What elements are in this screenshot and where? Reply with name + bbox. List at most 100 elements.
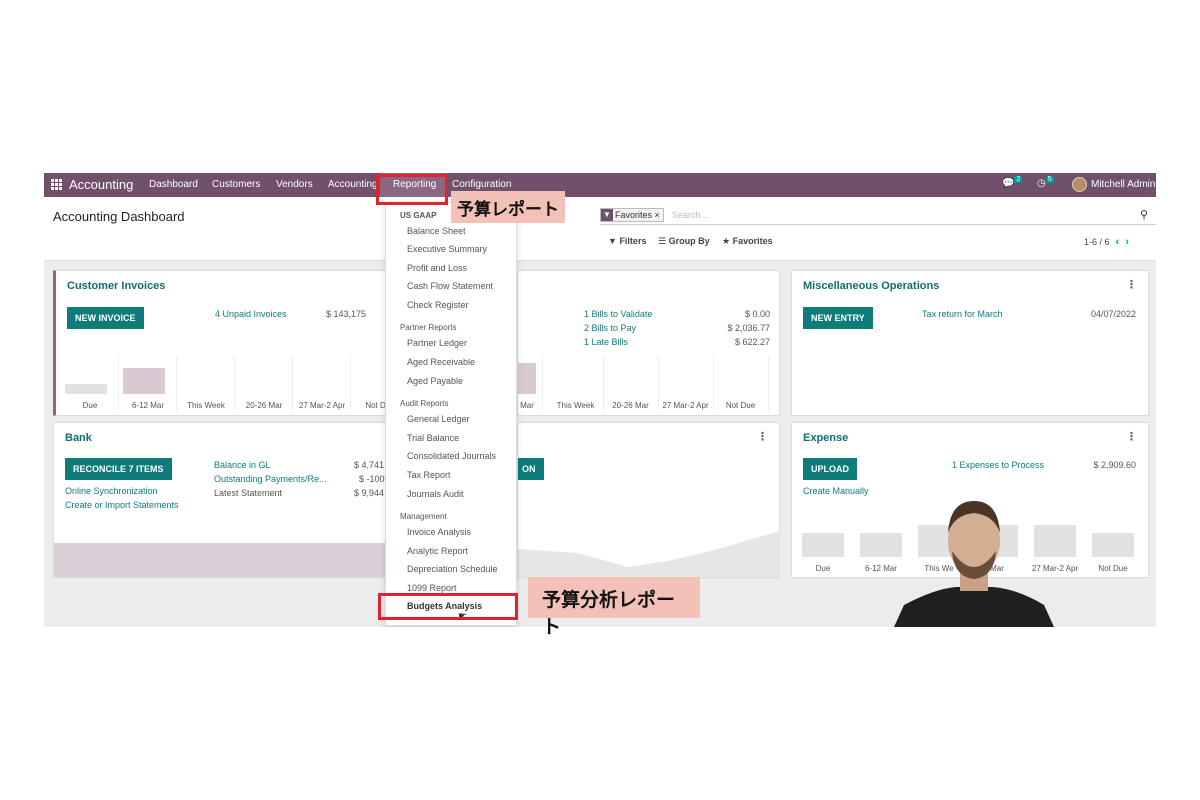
chart-x-label: This Week: [556, 401, 595, 410]
facet-label: Favorites: [615, 210, 653, 220]
pager: 1-6 / 6 ‹ ›: [1084, 236, 1129, 248]
expenses-to-process-link[interactable]: 1 Expenses to Process: [952, 460, 1044, 470]
page-title: Accounting Dashboard: [53, 209, 185, 224]
pager-value: 1-6 / 6: [1084, 237, 1110, 247]
app-brand[interactable]: Accounting: [69, 177, 133, 192]
activity-button[interactable]: ◷ 5: [1037, 176, 1054, 189]
tax-return-date: 04/07/2022: [1090, 309, 1136, 319]
reporting-highlight-box: [376, 174, 448, 205]
card-title[interactable]: Bank: [65, 432, 92, 444]
latest-statement-label: Latest Statement: [214, 488, 283, 498]
reconcile-button[interactable]: RECONCILE 7 ITEMS: [65, 458, 172, 480]
remove-facet-icon[interactable]: ×: [655, 210, 660, 220]
menu-item-tax-report[interactable]: Tax Report: [407, 470, 451, 480]
activity-count-badge: 5: [1045, 176, 1054, 183]
menu-item-trial-balance[interactable]: Trial Balance: [407, 433, 459, 443]
clock-icon: ◷: [1037, 178, 1046, 189]
reporting-dropdown-menu: US GAAP Balance Sheet Executive Summary …: [385, 202, 517, 626]
menu-item-journals-audit[interactable]: Journals Audit: [407, 489, 464, 499]
expenses-amount: $ 2,909.60: [1093, 460, 1136, 470]
menu-section-management: Management: [400, 512, 447, 521]
prev-page-icon[interactable]: ‹: [1116, 236, 1120, 248]
new-entry-button[interactable]: NEW ENTRY: [803, 307, 873, 329]
app-grid-icon[interactable]: [51, 179, 63, 191]
nav-configuration[interactable]: Configuration: [452, 179, 511, 190]
menu-item-depreciation-schedule[interactable]: Depreciation Schedule: [407, 564, 498, 574]
chart-bar[interactable]: [518, 363, 536, 394]
menu-item-invoice-analysis[interactable]: Invoice Analysis: [407, 527, 471, 537]
filter-icon: ▼: [601, 209, 613, 221]
menu-item-consolidated-journals[interactable]: Consolidated Journals: [407, 451, 496, 461]
chart-bar[interactable]: [1092, 533, 1134, 557]
favorites-label: Favorites: [732, 236, 773, 246]
chart-gridline: [542, 356, 543, 411]
search-icon[interactable]: ⚲: [1140, 208, 1148, 221]
app-screen: Accounting Dashboard Customers Vendors A…: [44, 173, 1156, 627]
chart-x-label: 27 Mar-2 Apr: [662, 401, 709, 410]
chat-button[interactable]: 💬 2: [1002, 176, 1023, 189]
card-menu-icon[interactable]: ⋮: [757, 430, 768, 443]
import-statements-link[interactable]: Create or Import Statements: [65, 500, 179, 510]
chart-x-label: Due: [815, 564, 831, 573]
nav-customers[interactable]: Customers: [212, 179, 260, 190]
outstanding-payments-amount: $ -100: [359, 474, 385, 484]
user-name[interactable]: Mitchell Admin: [1091, 179, 1155, 190]
star-icon: ★: [722, 236, 731, 246]
menu-item-balance-sheet[interactable]: Balance Sheet: [407, 226, 466, 236]
group-by-button[interactable]: ☰ Group By: [658, 236, 710, 247]
vendor-bills-card: 1 Bills to Validate $ 0.00 2 Bills to Pa…: [517, 270, 780, 416]
layers-icon: ☰: [658, 236, 667, 246]
unpaid-invoices-link[interactable]: 4 Unpaid Invoices: [215, 309, 287, 319]
outstanding-payments-link[interactable]: Outstanding Payments/Re...: [214, 474, 327, 484]
favorites-facet[interactable]: ▼ Favorites ×: [600, 208, 664, 222]
nav-vendors[interactable]: Vendors: [276, 179, 313, 190]
nav-accounting[interactable]: Accounting: [328, 179, 377, 190]
chart-bar[interactable]: [123, 368, 165, 394]
bills-to-validate-link[interactable]: 1 Bills to Validate: [584, 309, 652, 319]
menu-item-profit-and-loss[interactable]: Profit and Loss: [407, 263, 467, 273]
card-menu-icon[interactable]: ⋮: [1126, 278, 1137, 291]
late-bills-amount: $ 622.27: [734, 337, 770, 347]
user-avatar[interactable]: [1072, 177, 1087, 192]
bills-to-pay-link[interactable]: 2 Bills to Pay: [584, 323, 636, 333]
filters-button[interactable]: ▼ Filters: [608, 236, 646, 246]
late-bills-link[interactable]: 1 Late Bills: [584, 337, 628, 347]
search-bar[interactable]: ▼ Favorites × Search... ⚲: [600, 207, 1156, 225]
bills-to-pay-amount: $ 2,036.77: [727, 323, 770, 333]
nav-dashboard[interactable]: Dashboard: [149, 179, 198, 190]
menu-item-analytic-report[interactable]: Analytic Report: [407, 546, 468, 556]
chart-x-label: 20-26 Mar: [245, 401, 283, 410]
cash-action-button[interactable]: ON: [518, 458, 544, 480]
misc-operations-card: Miscellaneous Operations ⋮ NEW ENTRY Tax…: [791, 270, 1149, 416]
chart-bar[interactable]: [65, 384, 107, 394]
next-page-icon[interactable]: ›: [1125, 236, 1129, 248]
menu-section-us-gaap: US GAAP: [400, 211, 437, 220]
online-sync-link[interactable]: Online Synchronization: [65, 486, 158, 496]
card-title[interactable]: Miscellaneous Operations: [803, 280, 939, 292]
upload-button[interactable]: UPLOAD: [803, 458, 857, 480]
card-title[interactable]: Customer Invoices: [67, 280, 165, 292]
balance-gl-link[interactable]: Balance in GL: [214, 460, 271, 470]
search-input[interactable]: Search...: [672, 210, 708, 220]
menu-item-check-register[interactable]: Check Register: [407, 300, 469, 310]
card-title[interactable]: Expense: [803, 432, 848, 444]
chart-gridline: [768, 356, 769, 411]
menu-item-executive-summary[interactable]: Executive Summary: [407, 244, 487, 254]
chart-x-label: Due: [82, 401, 98, 410]
card-menu-icon[interactable]: ⋮: [1126, 430, 1137, 443]
chart-x-label: 27 Mar-2 Apr: [298, 401, 346, 410]
new-invoice-button[interactable]: NEW INVOICE: [67, 307, 144, 329]
tax-return-link[interactable]: Tax return for March: [922, 309, 1003, 319]
bank-card: Bank RECONCILE 7 ITEMS Online Synchroniz…: [53, 422, 395, 578]
menu-item-1099-report[interactable]: 1099 Report: [407, 583, 457, 593]
group-by-label: Group By: [668, 236, 710, 246]
menu-section-audit-reports: Audit Reports: [400, 399, 449, 408]
menu-item-general-ledger[interactable]: General Ledger: [407, 414, 470, 424]
menu-item-aged-payable[interactable]: Aged Payable: [407, 376, 463, 386]
favorites-button[interactable]: ★ Favorites: [722, 236, 773, 247]
menu-item-aged-receivable[interactable]: Aged Receivable: [407, 357, 475, 367]
menu-item-cash-flow-statement[interactable]: Cash Flow Statement: [407, 281, 493, 291]
chart-bar[interactable]: [802, 533, 844, 557]
create-manually-link[interactable]: Create Manually: [803, 486, 869, 496]
menu-item-partner-ledger[interactable]: Partner Ledger: [407, 338, 467, 348]
